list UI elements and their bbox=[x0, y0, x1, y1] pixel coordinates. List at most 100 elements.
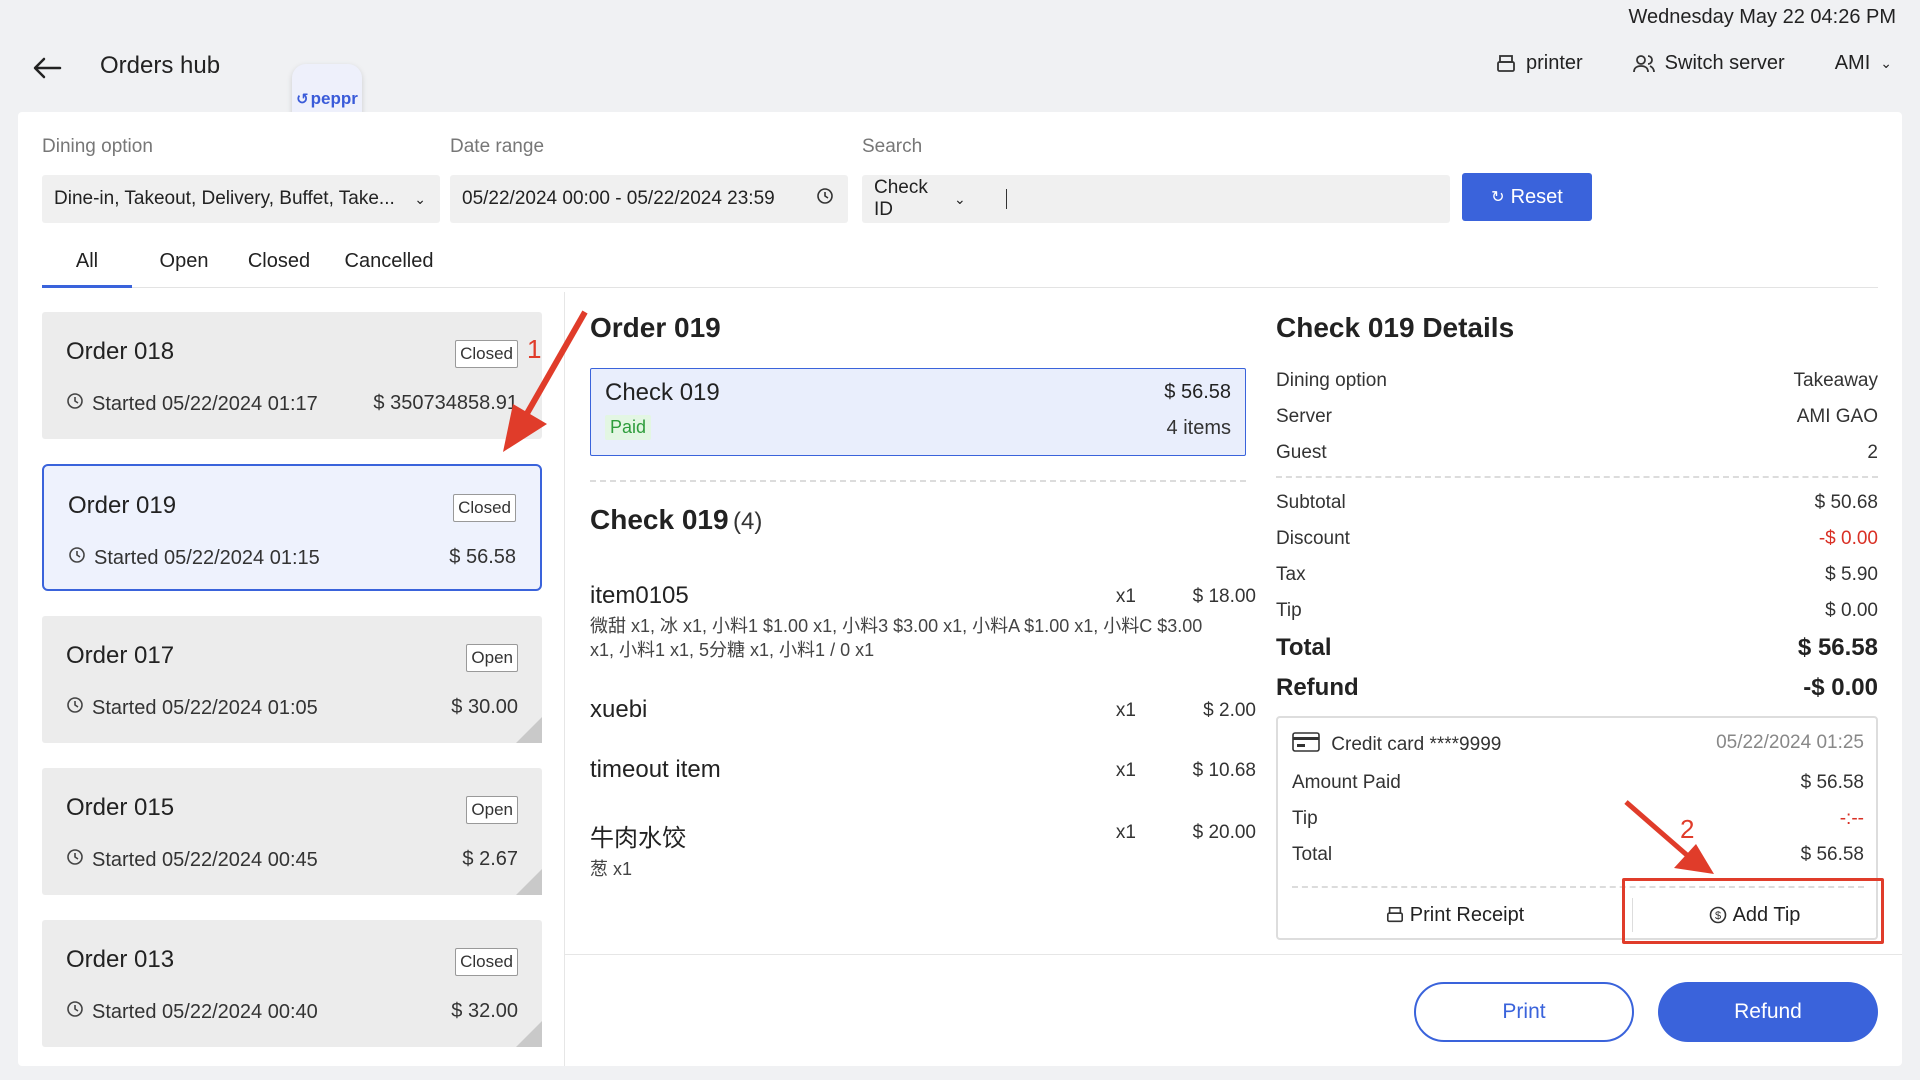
date-range-value: 05/22/2024 00:00 - 05/22/2024 23:59 bbox=[462, 188, 775, 209]
order-card-selected[interactable]: Order 019 Closed Started 05/22/2024 01:1… bbox=[42, 464, 542, 591]
page-fold bbox=[516, 1021, 542, 1047]
printer-icon bbox=[1497, 54, 1515, 72]
list-item[interactable]: xuebi x1 $ 2.00 bbox=[590, 696, 1256, 724]
user-menu[interactable]: AMI ⌄ bbox=[1835, 52, 1892, 75]
printer-button[interactable]: printer bbox=[1496, 52, 1583, 75]
item-qty: x1 bbox=[1115, 760, 1136, 781]
order-amount: $ 56.58 bbox=[449, 546, 516, 568]
search-input[interactable] bbox=[1005, 189, 1438, 209]
clock-icon bbox=[68, 546, 86, 570]
dining-option-select[interactable]: Dine-in, Takeout, Delivery, Buffet, Take… bbox=[42, 175, 440, 223]
main-panel: Dining option Dine-in, Takeout, Delivery… bbox=[18, 112, 1902, 1066]
tab-cancelled[interactable]: Cancelled bbox=[334, 250, 444, 288]
status-badge: Closed bbox=[455, 948, 518, 976]
refund-row: Refund -$ 0.00 bbox=[1276, 674, 1878, 702]
footer-divider bbox=[564, 954, 1902, 955]
order-name: Order 019 bbox=[68, 492, 177, 519]
clock-icon bbox=[816, 187, 834, 211]
total-row: Total $ 56.58 bbox=[1276, 634, 1878, 662]
row-value: -$ 0.00 bbox=[1818, 528, 1878, 549]
order-started: Started 05/22/2024 00:45 bbox=[66, 848, 318, 872]
check-name: Check 019 bbox=[605, 379, 720, 406]
row-label: Amount Paid bbox=[1292, 772, 1401, 793]
logo-text: peppr bbox=[310, 89, 358, 108]
dining-option-row: Dining option Takeaway bbox=[1276, 370, 1878, 392]
datetime: Wednesday May 22 04:26 PM bbox=[1628, 6, 1896, 28]
divider bbox=[590, 480, 1246, 482]
row-label: Total bbox=[1276, 634, 1332, 661]
reset-label: Reset bbox=[1510, 185, 1563, 208]
chevron-down-icon: ⌄ bbox=[1880, 55, 1892, 71]
check-card[interactable]: Check 019 $ 56.58 Paid 4 items bbox=[590, 368, 1246, 456]
started-text: Started 05/22/2024 01:05 bbox=[92, 696, 318, 719]
order-card[interactable]: Order 017 Open Started 05/22/2024 01:05 … bbox=[42, 616, 542, 743]
tab-open[interactable]: Open bbox=[144, 250, 224, 288]
guest-row: Guest 2 bbox=[1276, 442, 1878, 464]
print-receipt-button[interactable]: Print Receipt bbox=[1278, 892, 1632, 938]
logo-icon: ↺ bbox=[296, 91, 309, 108]
items-header-count: (4) bbox=[733, 508, 763, 535]
print-button[interactable]: Print bbox=[1414, 982, 1634, 1042]
order-started: Started 05/22/2024 00:40 bbox=[66, 1000, 318, 1024]
item-name: item0105 bbox=[590, 582, 689, 609]
switch-server-label: Switch server bbox=[1664, 52, 1785, 74]
clock-icon bbox=[66, 1000, 84, 1024]
order-card[interactable]: Order 018 Closed Started 05/22/2024 01:1… bbox=[42, 312, 542, 439]
row-label: Tip bbox=[1276, 600, 1302, 621]
annotation-arrow-icon bbox=[1624, 800, 1714, 874]
order-name: Order 017 bbox=[66, 642, 175, 669]
print-receipt-label: Print Receipt bbox=[1409, 903, 1525, 926]
item-modifiers: 葱 x1 bbox=[590, 859, 633, 879]
list-item[interactable]: 牛肉水饺 x1 $ 20.00 葱 x1 bbox=[590, 818, 1256, 881]
switch-server-button[interactable]: Switch server bbox=[1632, 52, 1785, 75]
row-value: $ 56.58 bbox=[1800, 772, 1864, 793]
row-value: AMI GAO bbox=[1796, 406, 1878, 427]
row-label: Total bbox=[1292, 844, 1333, 865]
tab-closed[interactable]: Closed bbox=[234, 250, 324, 288]
clock-icon bbox=[66, 848, 84, 872]
paid-badge: Paid bbox=[605, 415, 652, 440]
printer-icon bbox=[1386, 906, 1403, 923]
list-item[interactable]: item0105 x1 $ 18.00 微甜 x1, 冰 x1, 小料1 $1.… bbox=[590, 582, 1256, 662]
item-qty: x1 bbox=[1115, 822, 1136, 843]
row-value: -:-- bbox=[1839, 808, 1864, 829]
row-value: $ 56.58 bbox=[1800, 844, 1864, 865]
payment-tip-row: Tip -:-- bbox=[1292, 808, 1864, 830]
row-value: $ 50.68 bbox=[1814, 492, 1878, 513]
item-price: $ 2.00 bbox=[1203, 700, 1256, 721]
refund-button[interactable]: Refund bbox=[1658, 982, 1878, 1042]
order-amount: $ 32.00 bbox=[451, 1000, 518, 1022]
order-started: Started 05/22/2024 01:15 bbox=[68, 546, 320, 570]
tax-row: Tax $ 5.90 bbox=[1276, 564, 1878, 586]
order-name: Order 018 bbox=[66, 338, 175, 365]
status-tabs: All Open Closed Cancelled bbox=[42, 250, 1878, 288]
payment-time: 05/22/2024 01:25 bbox=[1716, 732, 1864, 753]
back-arrow-icon[interactable] bbox=[30, 50, 66, 86]
date-range-picker[interactable]: 05/22/2024 00:00 - 05/22/2024 23:59 bbox=[450, 175, 848, 223]
items-header-title: Check 019 bbox=[590, 504, 729, 535]
order-started: Started 05/22/2024 01:05 bbox=[66, 696, 318, 720]
row-label: Refund bbox=[1276, 674, 1359, 701]
item-name: 牛肉水饺 bbox=[590, 825, 686, 852]
tab-all[interactable]: All bbox=[42, 250, 132, 288]
item-modifiers: 微甜 x1, 冰 x1, 小料1 $1.00 x1, 小料3 $3.00 x1,… bbox=[590, 616, 1203, 660]
order-card[interactable]: Order 015 Open Started 05/22/2024 00:45 … bbox=[42, 768, 542, 895]
item-name: xuebi bbox=[590, 696, 648, 723]
amount-paid-row: Amount Paid $ 56.58 bbox=[1292, 772, 1864, 794]
search-type-select[interactable]: Check ID ⌄ bbox=[874, 177, 966, 221]
order-card[interactable]: Order 013 Closed Started 05/22/2024 00:4… bbox=[42, 920, 542, 1047]
search-label: Search bbox=[862, 136, 923, 157]
list-item[interactable]: timeout item x1 $ 10.68 bbox=[590, 756, 1256, 784]
user-label: AMI bbox=[1834, 52, 1871, 74]
order-detail: Order 019 Check 019 $ 56.58 Paid 4 items… bbox=[590, 312, 1270, 879]
chevron-down-icon: ⌄ bbox=[953, 190, 966, 207]
page-fold bbox=[516, 717, 542, 743]
top-bar: Orders hub ↺ peppr printer Switch server… bbox=[0, 44, 1920, 134]
item-price: $ 10.68 bbox=[1192, 760, 1256, 781]
users-icon bbox=[1632, 54, 1655, 72]
divider bbox=[1276, 476, 1878, 478]
started-text: Started 05/22/2024 00:40 bbox=[92, 1000, 318, 1023]
row-value: 2 bbox=[1867, 442, 1878, 463]
reset-button[interactable]: ↻ Reset bbox=[1462, 173, 1592, 221]
page-fold bbox=[516, 869, 542, 895]
